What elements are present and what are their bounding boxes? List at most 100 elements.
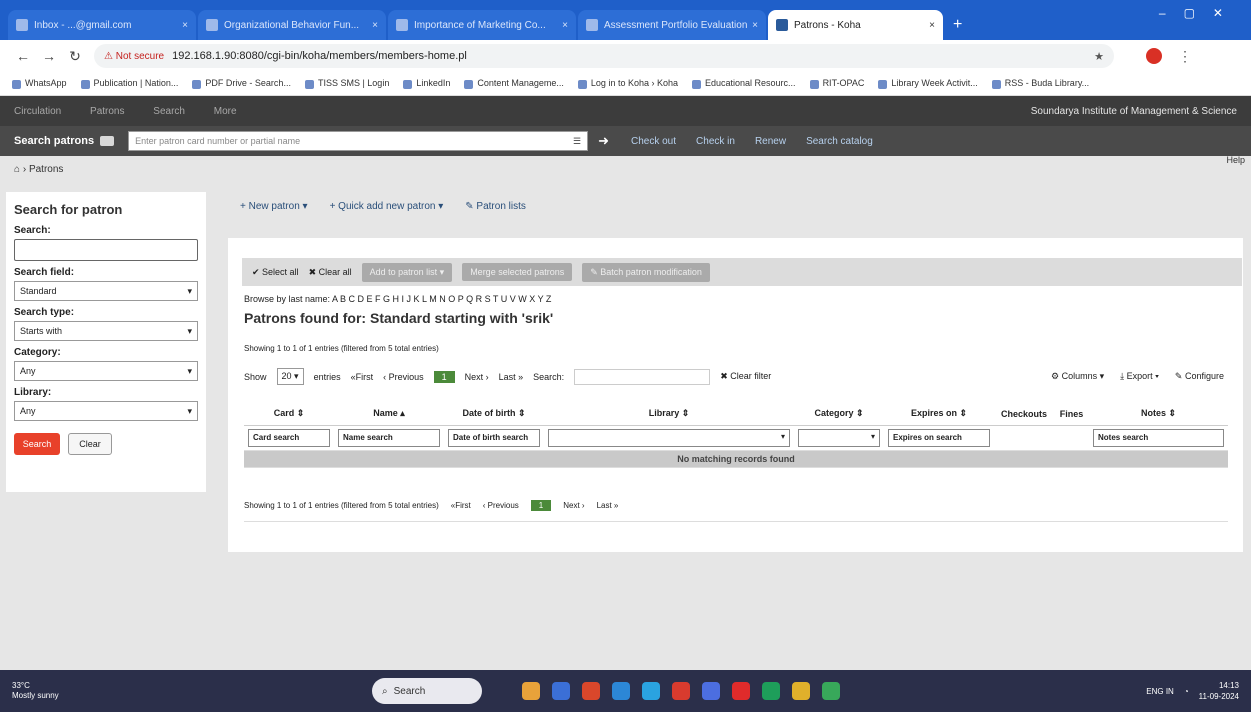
category-select[interactable]: Any ▾ bbox=[14, 361, 198, 381]
close-icon[interactable]: × bbox=[372, 20, 378, 31]
last-page-link[interactable]: Last » bbox=[597, 501, 619, 510]
url-text[interactable]: 192.168.1.90:8080/cgi-bin/koha/members/m… bbox=[172, 50, 467, 62]
col-name[interactable]: Name ▴ bbox=[334, 402, 444, 426]
col-card[interactable]: Card ⇕ bbox=[244, 402, 334, 426]
home-icon[interactable]: ⌂ › bbox=[14, 164, 26, 175]
app-icon[interactable] bbox=[732, 682, 750, 700]
app-icon[interactable] bbox=[642, 682, 660, 700]
app-icon[interactable] bbox=[672, 682, 690, 700]
close-icon[interactable]: × bbox=[182, 20, 188, 31]
quick-add-patron-button[interactable]: + Quick add new patron ▾ bbox=[330, 201, 444, 212]
link-check-out[interactable]: Check out bbox=[631, 136, 676, 147]
reload-icon[interactable]: ↻ bbox=[62, 48, 88, 65]
next-page-link[interactable]: Next › bbox=[563, 501, 584, 510]
current-page[interactable]: 1 bbox=[530, 500, 552, 511]
bookmark-item[interactable]: Publication | Nation... bbox=[80, 78, 178, 89]
clear-filter-link[interactable]: ✖ Clear filter bbox=[720, 371, 771, 382]
card-filter-input[interactable]: Card search bbox=[248, 429, 330, 447]
bookmark-item[interactable]: Content Manageme... bbox=[464, 78, 564, 89]
chrome-icon[interactable] bbox=[792, 682, 810, 700]
current-page[interactable]: 1 bbox=[433, 370, 455, 383]
app-icon[interactable] bbox=[612, 682, 630, 700]
patron-lists-button[interactable]: ✎ Patron lists bbox=[465, 201, 526, 212]
col-expires[interactable]: Expires on ⇕ bbox=[884, 402, 994, 426]
profile-avatar[interactable] bbox=[1146, 48, 1162, 64]
patron-search-input[interactable]: Enter patron card number or partial name… bbox=[128, 131, 589, 151]
bookmark-item[interactable]: Log in to Koha › Koha bbox=[577, 78, 678, 89]
col-fines[interactable]: Fines bbox=[1054, 402, 1089, 426]
merge-patrons-button[interactable]: Merge selected patrons bbox=[462, 263, 573, 281]
browser-tab[interactable]: Organizational Behavior Fun... × bbox=[198, 10, 386, 40]
back-arrow-icon[interactable]: ← bbox=[10, 48, 36, 64]
category-filter-select[interactable]: ▾ bbox=[798, 429, 880, 447]
nav-more[interactable]: More bbox=[214, 106, 237, 117]
dob-filter-input[interactable]: Date of birth search bbox=[448, 429, 540, 447]
app-icon[interactable] bbox=[822, 682, 840, 700]
previous-page-link[interactable]: ‹ Previous bbox=[383, 372, 424, 382]
search-input[interactable] bbox=[14, 239, 198, 261]
institution-name[interactable]: Soundarya Institute of Management & Scie… bbox=[1031, 106, 1237, 117]
warning-icon[interactable]: ⚠ Not secure bbox=[104, 51, 164, 62]
clock[interactable]: 14:13 11-09-2024 bbox=[1199, 680, 1239, 702]
submit-arrow-icon[interactable]: ➜ bbox=[598, 133, 609, 149]
link-check-in[interactable]: Check in bbox=[696, 136, 735, 147]
clear-button[interactable]: Clear bbox=[68, 433, 112, 455]
nav-patrons[interactable]: Patrons bbox=[90, 106, 124, 117]
close-icon[interactable]: × bbox=[562, 20, 568, 31]
notes-filter-input[interactable]: Notes search bbox=[1093, 429, 1224, 447]
menu-kebab-icon[interactable]: ⋮ bbox=[1178, 48, 1192, 65]
col-notes[interactable]: Notes ⇕ bbox=[1089, 402, 1228, 426]
link-search-catalog[interactable]: Search catalog bbox=[806, 136, 873, 147]
col-library[interactable]: Library ⇕ bbox=[544, 402, 794, 426]
forward-arrow-icon[interactable]: → bbox=[36, 48, 62, 64]
col-dob[interactable]: Date of birth ⇕ bbox=[444, 402, 544, 426]
previous-page-link[interactable]: ‹ Previous bbox=[483, 501, 519, 510]
new-tab-button[interactable]: + bbox=[945, 16, 970, 40]
app-icon[interactable] bbox=[702, 682, 720, 700]
weather-widget[interactable]: 33°C Mostly sunny bbox=[12, 681, 132, 701]
browser-tab[interactable]: Importance of Marketing Co... × bbox=[388, 10, 576, 40]
app-icon[interactable] bbox=[552, 682, 570, 700]
export-button[interactable]: ⤓ Export ▾ bbox=[1120, 371, 1159, 382]
clear-all-link[interactable]: ✖ Clear all bbox=[309, 267, 352, 278]
nav-search[interactable]: Search bbox=[153, 106, 185, 117]
bookmark-item[interactable]: RIT-OPAC bbox=[809, 78, 864, 89]
browser-tab[interactable]: Assessment Portfolio Evaluation × bbox=[578, 10, 766, 40]
browse-by-last-name[interactable]: Browse by last name: A B C D E F G H I J… bbox=[244, 294, 551, 304]
url-bar[interactable]: ⚠ Not secure 192.168.1.90:8080/cgi-bin/k… bbox=[94, 44, 1114, 68]
columns-button[interactable]: ⚙ Columns ▾ bbox=[1051, 371, 1104, 382]
library-select[interactable]: Any ▾ bbox=[14, 401, 198, 421]
search-field-select[interactable]: Standard ▾ bbox=[14, 281, 198, 301]
bookmark-star-icon[interactable]: ★ bbox=[1094, 50, 1104, 63]
app-icon[interactable] bbox=[582, 682, 600, 700]
select-all-link[interactable]: ✔ Select all bbox=[252, 267, 299, 278]
col-category[interactable]: Category ⇕ bbox=[794, 402, 884, 426]
bookmark-item[interactable]: WhatsApp bbox=[12, 78, 67, 89]
col-checkouts[interactable]: Checkouts bbox=[994, 402, 1054, 426]
close-icon[interactable]: × bbox=[752, 20, 758, 31]
browser-tab[interactable]: Inbox - ...@gmail.com × bbox=[8, 10, 196, 40]
first-page-link[interactable]: «First bbox=[451, 501, 471, 510]
search-options-icon[interactable]: ☰ bbox=[573, 136, 581, 147]
batch-modification-button[interactable]: ✎ Batch patron modification bbox=[582, 262, 710, 282]
add-to-list-button[interactable]: Add to patron list ▾ bbox=[361, 262, 453, 282]
configure-button[interactable]: ✎ Configure bbox=[1175, 371, 1224, 382]
window-controls[interactable]: –▢✕ bbox=[1159, 6, 1241, 20]
page-length-select[interactable]: 20 ▾ bbox=[276, 368, 304, 385]
bookmark-item[interactable]: PDF Drive - Search... bbox=[192, 78, 291, 89]
next-page-link[interactable]: Next › bbox=[465, 372, 489, 382]
table-search-input[interactable] bbox=[574, 368, 711, 385]
language-indicator[interactable]: ENG IN bbox=[1146, 686, 1174, 697]
expires-filter-input[interactable]: Expires on search bbox=[888, 429, 990, 447]
bookmark-item[interactable]: TISS SMS | Login bbox=[304, 78, 389, 89]
search-type-select[interactable]: Starts with ▾ bbox=[14, 321, 198, 341]
new-patron-button[interactable]: + New patron ▾ bbox=[240, 201, 308, 212]
bookmark-item[interactable]: LinkedIn bbox=[403, 78, 450, 89]
app-icon[interactable] bbox=[762, 682, 780, 700]
last-page-link[interactable]: Last » bbox=[499, 372, 524, 382]
app-icon[interactable] bbox=[522, 682, 540, 700]
search-patrons-label[interactable]: Search patrons bbox=[14, 135, 94, 147]
nav-circulation[interactable]: Circulation bbox=[14, 106, 61, 117]
library-filter-select[interactable]: ▾ bbox=[548, 429, 790, 447]
breadcrumb-patrons[interactable]: Patrons bbox=[29, 164, 63, 175]
